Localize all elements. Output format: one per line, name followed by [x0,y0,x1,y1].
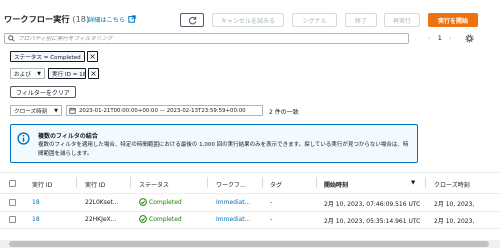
clear-filters-button[interactable]: フィルターをクリア [10,86,76,98]
select-all-checkbox[interactable] [9,180,16,187]
success-check-icon [139,198,147,206]
remove-status-filter-button[interactable]: × [87,51,98,62]
signal-button[interactable]: シグナル [292,13,337,27]
info-link-text[interactable]: 詳細はこちら [88,17,125,24]
column-divider [262,177,263,188]
info-alert: 複数のフィルタの結合 複数のフィルタを適用した場合、特定の時間範囲における最後の… [10,124,418,163]
match-count: 2 件の一致 [269,109,299,116]
alert-title: 複数のフィルタの結合 [38,133,98,140]
column-header-run-id[interactable]: 実行 ID [32,180,52,189]
column-divider [207,177,208,188]
caret-down-icon: ▼ [37,70,41,77]
workflow-link[interactable]: Immediat... [216,199,260,206]
row-checkbox[interactable] [9,199,16,206]
start-time: 2月 10, 2023, 05:35:14.961 UTC [324,218,421,225]
run-id-link[interactable]: 18 [32,199,40,206]
column-header-execution-id[interactable]: 実行 ID [85,180,105,189]
page-title-text: ワークフロー実行 [4,14,70,24]
date-range-picker[interactable]: 2023-01-21T00:00:00+00:00 — 2023-02-13T2… [66,105,263,116]
caret-down-icon: ▼ [54,107,58,114]
success-check-icon [139,215,147,223]
workflow-link[interactable]: Immediat... [216,216,260,223]
execution-id: 22HKJeX... [85,216,117,223]
filter-operator-value: および [14,71,31,78]
filter-search-box[interactable] [4,33,409,44]
row-checkbox[interactable] [9,216,16,223]
column-divider [130,177,131,188]
next-page-button[interactable]: › [449,34,452,42]
date-range-value: 2023-01-21T00:00:00+00:00 — 2023-02-13T2… [79,107,246,114]
tag-cell: - [270,199,273,206]
refresh-button[interactable] [180,13,204,27]
tag-cell: - [270,216,273,223]
status-cell: Completed [139,198,182,206]
column-header-close-time[interactable]: クローズ時刻 [434,180,470,189]
close-icon: × [90,69,97,78]
row-divider [0,211,500,212]
filter-token-status: ステータス = Completed [10,51,85,62]
close-time: 2月 10, 2023, [434,218,475,225]
restart-button[interactable]: 再実行 [384,13,420,27]
cancel-execution-button[interactable]: キャンセルを試みる [212,13,284,27]
sort-descending-icon[interactable]: ▼ [411,180,415,186]
time-attribute-value: クローズ時刻 [14,108,48,115]
external-link-icon [128,15,136,23]
status-cell: Completed [139,215,182,223]
info-icon [17,132,30,145]
page-number[interactable]: 1 [438,34,442,42]
info-link[interactable]: 詳細はこちら [88,15,136,24]
table-header-divider [0,193,500,194]
alert-body: 複数のフィルタを適用した場合、特定の時間範囲における最後の 1,000 回の実行… [38,142,409,157]
start-execution-button[interactable]: 実行を開始 [428,13,478,27]
column-header-workflow[interactable]: ワークフ... [216,180,246,189]
close-time: 2月 10, 2023, [434,201,475,208]
prev-page-button[interactable]: ‹ [428,34,431,42]
start-time: 2月 10, 2023, 07:46:09.516 UTC [324,201,421,208]
column-divider [316,177,317,188]
column-header-tag[interactable]: タグ [270,180,282,189]
search-input[interactable] [18,35,398,42]
run-id-link[interactable]: 18 [32,216,40,223]
column-header-status[interactable]: ステータス [139,180,169,189]
pagination: ‹ 1 › [428,34,452,42]
column-header-start-time[interactable]: 開始時刻 [324,180,348,189]
close-icon: × [89,52,96,61]
refresh-icon [188,16,196,24]
execution-count: (18) [72,14,90,24]
filter-token-run-id: 実行 ID = 18 [48,68,86,79]
scrollbar-thumb[interactable] [9,241,489,247]
terminate-button[interactable]: 終了 [345,13,377,27]
filter-operator-select[interactable]: および ▼ [10,68,45,79]
remove-run-id-filter-button[interactable]: × [88,68,99,79]
status-text: Completed [149,199,182,206]
time-attribute-select[interactable]: クローズ時刻 ▼ [10,105,62,116]
execution-id: 22L0Kset... [85,199,119,206]
search-icon [8,35,15,42]
column-divider [76,177,77,188]
row-divider [0,228,500,229]
table-top-divider [0,172,500,173]
status-text: Completed [149,216,182,223]
settings-gear-icon[interactable] [465,34,474,43]
page-title: ワークフロー実行 (18) [4,13,89,25]
column-divider [425,177,426,188]
calendar-icon [69,107,76,114]
